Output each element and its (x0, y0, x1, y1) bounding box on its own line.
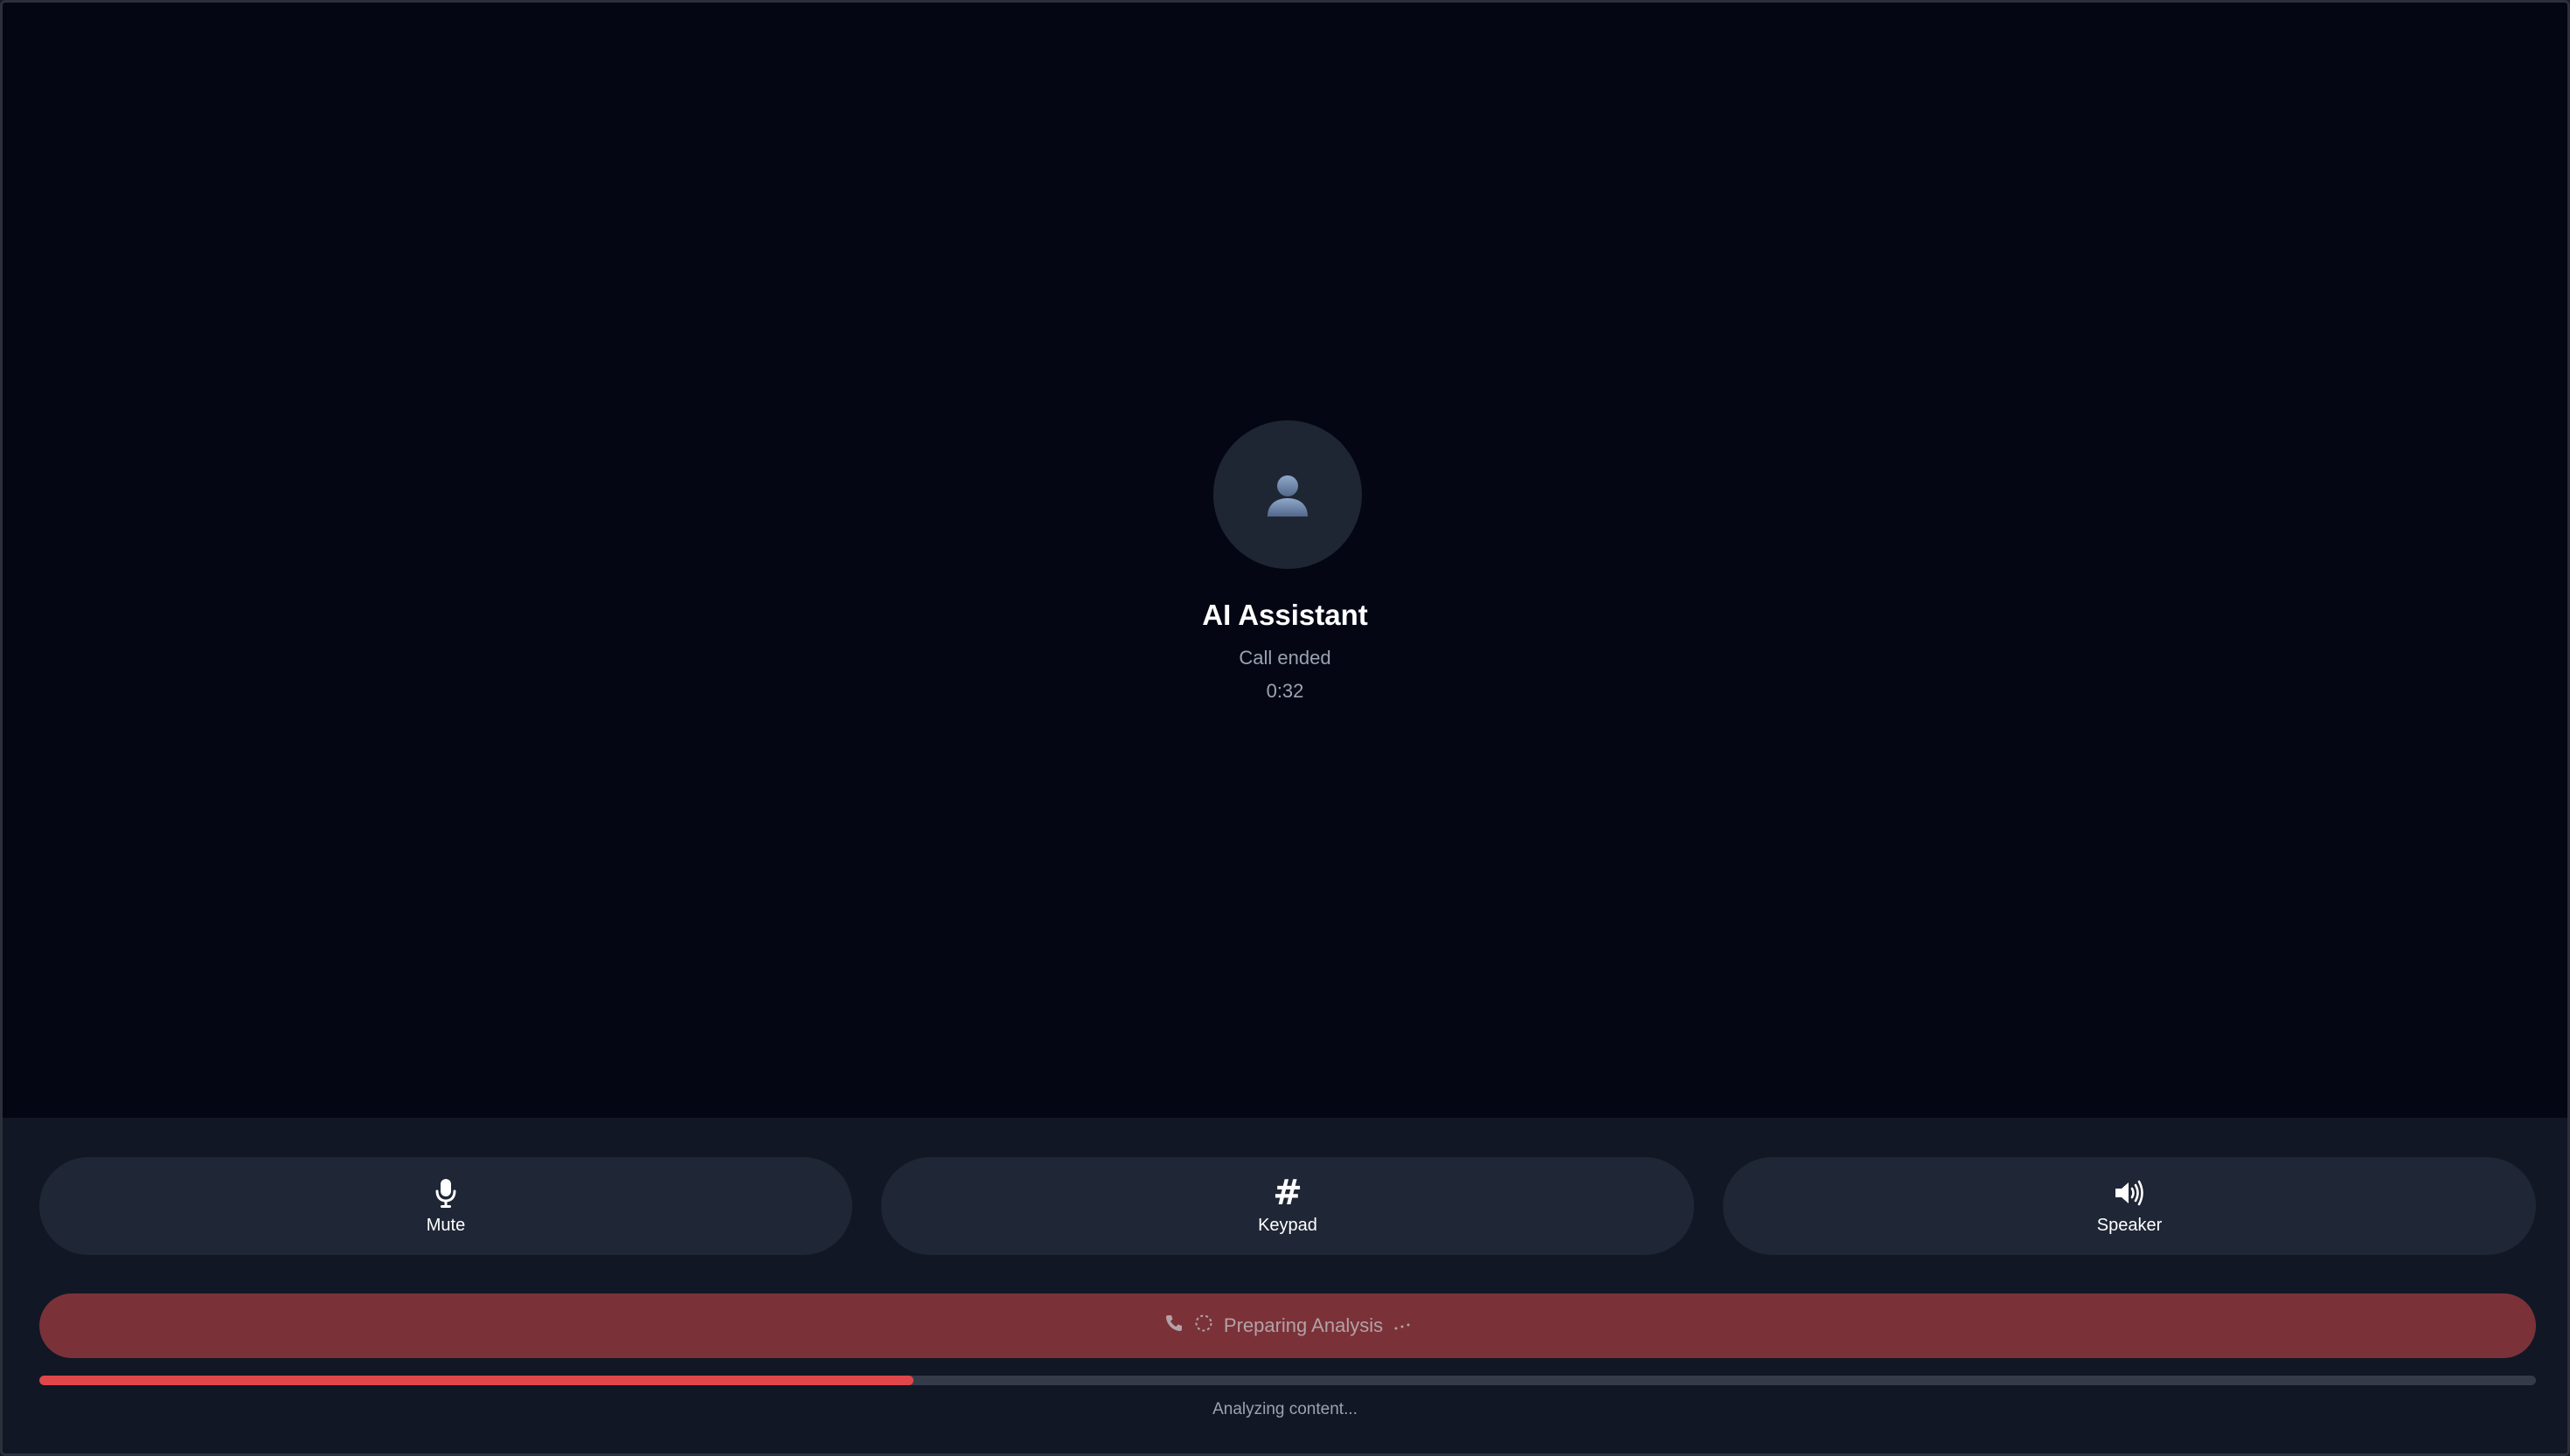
speaker-button[interactable]: Speaker (1723, 1157, 2536, 1255)
microphone-icon (435, 1177, 456, 1209)
avatar (1213, 420, 1362, 569)
dots-icon (1393, 1314, 1411, 1337)
hash-glyph: # (1273, 1172, 1302, 1213)
progress-bar (39, 1376, 2536, 1385)
mute-label: Mute (426, 1215, 466, 1235)
end-call-button[interactable]: Preparing Analysis (39, 1293, 2536, 1358)
hash-icon: # (1273, 1172, 1302, 1213)
person-icon (1268, 475, 1308, 517)
keypad-label: Keypad (1258, 1215, 1317, 1235)
contact-name: AI Assistant (1202, 599, 1368, 631)
progress-fill (39, 1376, 913, 1385)
end-call-label: Preparing Analysis (1223, 1314, 1384, 1336)
call-window: AI Assistant Call ended 0:32 Mute # Keyp… (0, 0, 2570, 1456)
mute-button[interactable]: Mute (39, 1157, 852, 1255)
call-status: Call ended (1239, 647, 1331, 669)
phone-icon (1164, 1314, 1184, 1338)
call-info-area: AI Assistant Call ended 0:32 (3, 3, 2567, 1118)
speaker-icon (2114, 1177, 2145, 1209)
progress-text: Analyzing content... (1212, 1400, 1358, 1418)
speaker-label: Speaker (2096, 1215, 2163, 1235)
keypad-button[interactable]: # Keypad (881, 1157, 1694, 1255)
spinner-icon (1194, 1314, 1213, 1338)
control-panel: Mute # Keypad Speaker Preparing Analysis… (3, 1118, 2567, 1453)
call-duration: 0:32 (1266, 680, 1304, 702)
